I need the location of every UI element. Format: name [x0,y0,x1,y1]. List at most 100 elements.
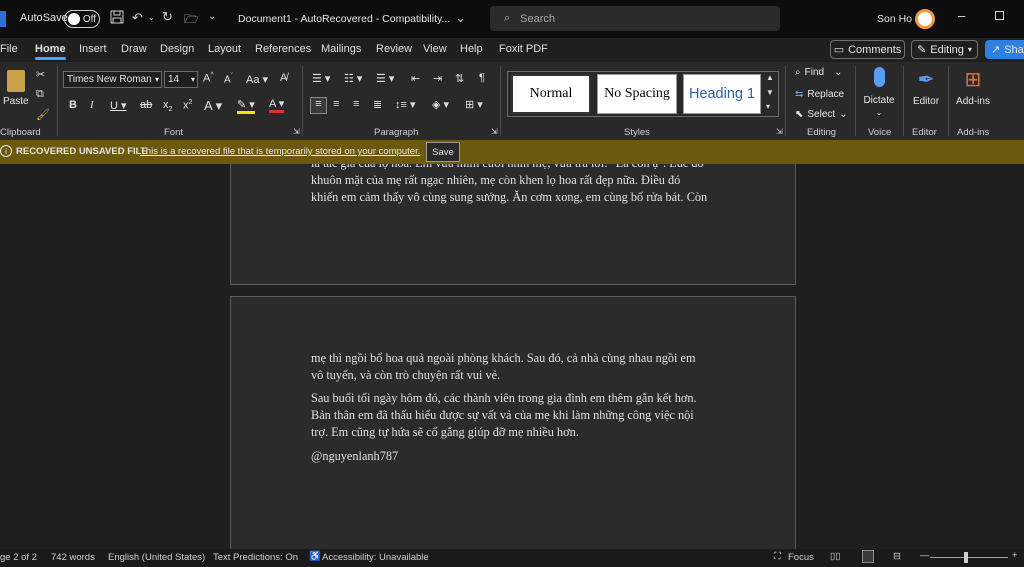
justify-icon[interactable]: ≣ [373,98,382,111]
zoom-slider-thumb[interactable] [964,552,968,563]
styles-dialog-launcher-icon[interactable]: ⇲ [776,127,783,136]
increase-indent-icon[interactable]: ⇥ [433,72,442,85]
zoom-slider[interactable] [930,557,1008,558]
dictate-button[interactable]: Dictate ⌄ [862,67,896,121]
title-dropdown-icon[interactable]: ⌄ [455,10,466,26]
replace-button[interactable]: ⇆ Replace [795,89,844,100]
font-name-select[interactable]: Times New Roman ▾ [63,71,162,88]
bullets-icon[interactable]: ☰ ▾ [312,72,330,85]
zoom-in-icon[interactable]: + [1012,550,1018,561]
focus-icon: ⛶ [774,551,781,562]
save-icon[interactable] [110,10,124,27]
line-spacing-icon[interactable]: ↕≡ ▾ [395,98,416,111]
styles-scroll-down-icon[interactable]: ▼ [766,88,774,97]
shrink-font-icon[interactable]: Aˇ [224,73,233,85]
change-case-icon[interactable]: Aa ▾ [246,73,268,86]
avatar[interactable] [915,9,935,29]
page-count[interactable]: ge 2 of 2 [0,552,37,563]
editor-button[interactable]: ✒ Editor [910,67,942,107]
tab-references[interactable]: References [255,43,311,55]
customize-toolbar-icon[interactable]: ⌄ [208,11,216,22]
cut-icon[interactable]: ✂ [36,68,45,81]
find-button[interactable]: ⌕ Find ⌄ [795,67,842,78]
editing-label: Editing [930,43,964,56]
chevron-down-icon: ⌄ [875,108,883,117]
comments-button[interactable]: ▭ Comments [830,40,905,59]
tab-review[interactable]: Review [376,43,412,55]
editing-mode-button[interactable]: ✎ Editing ▾ [911,40,978,59]
numbering-icon[interactable]: ☷ ▾ [344,72,362,85]
align-right-icon[interactable]: ≡ [353,98,359,110]
minimize-icon[interactable]: – [958,8,965,23]
shading-icon[interactable]: ◈ ▾ [432,98,449,111]
open-folder-icon[interactable]: 🗁 [184,10,199,31]
tab-view[interactable]: View [423,43,447,55]
styles-more-icon[interactable]: ▾ [766,102,770,111]
text-line: khuôn mặt của mẹ rất ngạc nhiên, mẹ còn … [311,173,681,187]
font-dialog-launcher-icon[interactable]: ⇲ [293,127,300,136]
tab-file[interactable]: File [0,43,18,55]
tab-foxit-pdf[interactable]: Foxit PDF [499,43,548,55]
infobar-message-link[interactable]: This is a recovered file that is tempora… [140,146,420,157]
superscript-icon[interactable]: x2 [183,99,192,112]
align-left-icon[interactable]: ≡ [310,97,327,114]
read-mode-icon[interactable]: ▯▯ [830,551,840,562]
highlight-icon[interactable]: ✎ ▾ [237,98,255,114]
italic-icon[interactable]: I [90,99,94,111]
focus-button[interactable]: Focus [788,552,814,563]
group-font: Font [164,127,184,138]
tab-mailings[interactable]: Mailings [321,43,361,55]
language-status[interactable]: English (United States) [108,552,205,563]
show-formatting-icon[interactable]: ¶ [479,72,485,84]
decrease-indent-icon[interactable]: ⇤ [411,72,420,85]
user-name[interactable]: Son Ho [877,13,912,25]
bold-icon[interactable]: B [69,99,77,111]
format-painter-icon[interactable]: 🖌 [36,108,50,121]
align-center-icon[interactable]: ≡ [333,98,339,110]
font-color-icon[interactable]: A ▾ [269,97,285,113]
addins-button[interactable]: ⊞ Add-ins [953,67,993,107]
paragraph-dialog-launcher-icon[interactable]: ⇲ [491,127,498,136]
text-line: trợ. Em cũng tự hứa sẽ cố gắng giúp đỡ m… [311,425,579,439]
share-button[interactable]: ↗ Shar [985,40,1024,59]
style-no-spacing[interactable]: No Spacing [597,74,677,114]
borders-icon[interactable]: ⊞ ▾ [465,98,483,111]
text-effects-icon[interactable]: A ▾ [204,98,222,114]
word-count[interactable]: 742 words [51,552,95,563]
strikethrough-icon[interactable]: ab [140,99,152,111]
subscript-icon[interactable]: x2 [163,99,172,113]
multilevel-list-icon[interactable]: ☰ ▾ [376,72,394,85]
undo-dropdown-icon[interactable]: ⌄ [148,13,155,22]
restore-icon[interactable] [995,11,1004,20]
paste-button[interactable]: Paste [3,68,29,110]
styles-scroll-up-icon[interactable]: ▲ [766,73,774,82]
autosave-toggle[interactable]: Off [64,10,100,28]
style-normal[interactable]: Normal [511,74,591,114]
infobar-save-button[interactable]: Save [426,142,460,162]
tab-design[interactable]: Design [160,43,194,55]
copy-icon[interactable]: ⧉ [36,88,44,101]
print-layout-icon[interactable] [862,550,874,563]
tab-insert[interactable]: Insert [79,43,107,55]
tab-home[interactable]: Home [35,43,66,60]
style-heading-1[interactable]: Heading 1 [683,74,761,114]
page-2[interactable]: mẹ thì ngồi bổ hoa quả ngoài phòng khách… [230,296,796,549]
grow-font-icon[interactable]: A^ [203,72,214,85]
search-box[interactable]: ⌕ Search [490,6,780,31]
accessibility-status[interactable]: Accessibility: Unavailable [322,552,429,563]
select-button[interactable]: ⬉ Select ⌄ [795,109,848,120]
zoom-out-icon[interactable]: — [920,550,930,561]
page-1[interactable]: là tác giả của lọ hoa. Em vừa mỉm cười n… [230,164,796,285]
sort-icon[interactable]: ⇅ [455,72,464,85]
underline-icon[interactable]: U ▾ [110,99,127,112]
redo-icon[interactable]: ↻ [162,9,173,25]
tab-layout[interactable]: Layout [208,43,241,55]
tab-help[interactable]: Help [460,43,483,55]
web-layout-icon[interactable]: ⊟ [893,551,901,562]
font-size-select[interactable]: 14 ▾ [164,71,198,88]
document-canvas[interactable]: là tác giả của lọ hoa. Em vừa mỉm cười n… [0,164,1024,549]
undo-icon[interactable]: ↶ [132,10,143,26]
clear-formatting-icon[interactable]: A̸ [280,72,287,84]
tab-draw[interactable]: Draw [121,43,147,55]
text-predictions-status[interactable]: Text Predictions: On [213,552,298,563]
